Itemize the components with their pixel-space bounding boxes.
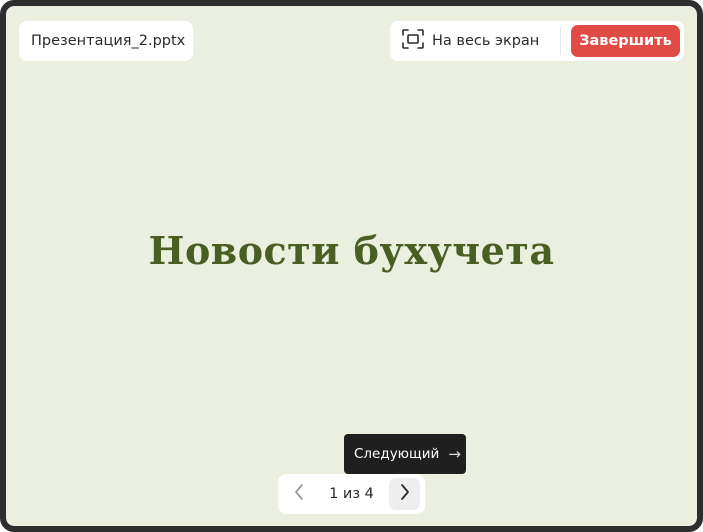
file-name-chip: Презентация_2.pptx	[19, 21, 193, 61]
fullscreen-button[interactable]: На весь экран	[396, 25, 558, 57]
tooltip-label: Следующий	[354, 446, 440, 462]
slide-canvas: Презентация_2.pptx На весь экран Заверши…	[6, 6, 697, 526]
presentation-viewer: Презентация_2.pptx На весь экран Заверши…	[0, 0, 703, 532]
arrow-right-icon: →	[448, 445, 461, 463]
next-slide-button[interactable]	[389, 478, 420, 510]
next-slide-tooltip: Следующий →	[344, 434, 466, 474]
previous-slide-button[interactable]	[284, 478, 314, 510]
chevron-left-icon	[293, 483, 305, 506]
fullscreen-icon	[396, 28, 424, 54]
top-actions-bar: На весь экран Завершить	[390, 21, 684, 61]
page-indicator: 1 из 4	[329, 486, 374, 502]
file-name: Презентация_2.pptx	[31, 33, 186, 49]
slide-title: Новости бухучета	[148, 228, 555, 273]
slide-pager: 1 из 4	[278, 474, 425, 514]
finish-button[interactable]: Завершить	[571, 25, 680, 57]
fullscreen-label: На весь экран	[432, 33, 540, 49]
chevron-right-icon	[399, 483, 411, 506]
toolbar-divider	[560, 27, 561, 55]
